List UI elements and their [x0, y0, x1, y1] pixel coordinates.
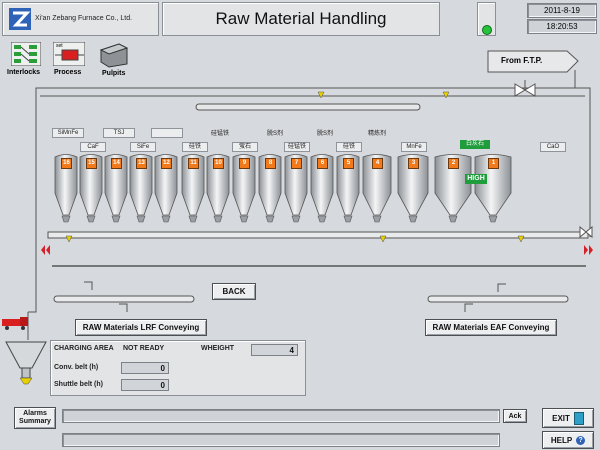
- label-g3: 脱S剂: [316, 131, 333, 137]
- bin-number: 14: [111, 158, 122, 169]
- silo-13[interactable]: 13: [129, 153, 153, 225]
- silo-12[interactable]: 12: [154, 153, 178, 225]
- process-button[interactable]: set Process: [50, 42, 90, 80]
- company-logo-icon: [9, 8, 31, 30]
- silo-1[interactable]: 1: [474, 153, 512, 225]
- door-icon: [573, 411, 584, 425]
- label-simnfe: SiMnFe: [52, 128, 84, 138]
- silo-7[interactable]: 7: [284, 153, 308, 225]
- label-blank: [151, 128, 183, 138]
- help-button[interactable]: HELP ?: [542, 431, 594, 449]
- back-button[interactable]: BACK: [212, 283, 256, 300]
- interlocks-icon: [11, 42, 41, 66]
- silo-2[interactable]: 2: [434, 153, 472, 225]
- charging-hopper-icon: [4, 340, 48, 390]
- label-g2: 脱S剂: [266, 131, 283, 137]
- status-lamp-icon: [482, 25, 492, 35]
- weight-value: 4: [251, 344, 298, 356]
- status-panel: [477, 2, 496, 36]
- interlocks-label: Interlocks: [7, 69, 41, 76]
- bin-number: 7: [291, 158, 302, 169]
- bin-number: 4: [372, 158, 383, 169]
- process-label: Process: [54, 69, 82, 76]
- conv-belt-label: Conv. belt (h): [54, 364, 99, 371]
- silo-10[interactable]: 10: [206, 153, 230, 225]
- label-g7: 硅锰铁: [284, 142, 310, 152]
- interlocks-button[interactable]: Interlocks: [7, 42, 45, 80]
- pulpits-button[interactable]: Pulpits: [96, 42, 134, 80]
- process-set-label: set: [56, 43, 63, 49]
- bin-number: 2: [448, 158, 459, 169]
- logo-panel: Xi'an Zebang Furnace Co., Ltd.: [2, 2, 159, 36]
- company-name: Xi'an Zebang Furnace Co., Ltd.: [35, 15, 133, 22]
- lrf-conveying-button[interactable]: RAW Materials LRF Conveying: [75, 319, 207, 336]
- bin-number: 15: [86, 158, 97, 169]
- charging-area-label: CHARGING AREA: [54, 345, 114, 352]
- bin-number: 10: [213, 158, 224, 169]
- bin-number: 8: [265, 158, 276, 169]
- label-tsj: TSJ: [103, 128, 135, 138]
- bin-number: 9: [239, 158, 250, 169]
- pulpits-icon: [99, 43, 129, 68]
- shuttle-belt-label: Shuttle belt (h): [54, 381, 103, 388]
- silo-8[interactable]: 8: [258, 153, 282, 225]
- date-display: 2011-8-19: [527, 3, 597, 18]
- label-sife: SiFe: [130, 142, 156, 152]
- weight-label: WHEIGHT: [201, 345, 235, 352]
- label-cao: CaO: [540, 142, 566, 152]
- label-caf: CaF: [80, 142, 106, 152]
- charging-area-value: NOT READY: [123, 345, 165, 352]
- title-panel: Raw Material Handling: [162, 2, 440, 36]
- label-g1: 硅锰铁: [210, 131, 229, 137]
- label-g5: 硅铁: [182, 142, 208, 152]
- silo-3[interactable]: 3: [397, 153, 429, 225]
- bin-number: 13: [136, 158, 147, 169]
- page-title: Raw Material Handling: [215, 9, 387, 28]
- label-g4: 精炼剂: [367, 131, 386, 137]
- charging-panel: CHARGING AREA NOT READY WHEIGHT 4 Conv. …: [50, 340, 306, 396]
- label-mnfe: MnFe: [401, 142, 427, 152]
- bin-number: 5: [343, 158, 354, 169]
- conv-belt-value: 0: [121, 362, 169, 374]
- pulpits-label: Pulpits: [102, 70, 126, 77]
- bin-number: 6: [317, 158, 328, 169]
- bin-number: 16: [61, 158, 72, 169]
- truck-icon: [2, 316, 30, 330]
- help-icon: ?: [576, 435, 586, 445]
- status-message-bar: [62, 433, 500, 447]
- alarms-summary-button[interactable]: Alarms Summary: [14, 407, 56, 429]
- label-lime: 白灰石: [460, 140, 490, 149]
- silo-16[interactable]: 16: [54, 153, 78, 225]
- silo-11[interactable]: 11: [181, 153, 205, 225]
- alarm-message-bar: [62, 409, 500, 423]
- bin-number: 1: [488, 158, 499, 169]
- silo-14[interactable]: 14: [104, 153, 128, 225]
- exit-button[interactable]: EXIT: [542, 408, 594, 428]
- silo-4[interactable]: 4: [362, 153, 392, 225]
- exit-label: EXIT: [552, 413, 570, 423]
- time-display: 18:20:53: [527, 19, 597, 34]
- help-label: HELP: [550, 435, 573, 445]
- label-g6: 萤石: [232, 142, 258, 152]
- eaf-conveying-button[interactable]: RAW Materials EAF Conveying: [425, 319, 557, 336]
- silo-15[interactable]: 15: [79, 153, 103, 225]
- silo-9[interactable]: 9: [232, 153, 256, 225]
- from-ftp-button[interactable]: From F.T.P.: [487, 50, 579, 73]
- high-level-indicator: HIGH: [465, 174, 487, 184]
- silo-6[interactable]: 6: [310, 153, 334, 225]
- bin-number: 11: [188, 158, 199, 169]
- bin-number: 12: [161, 158, 172, 169]
- label-g8: 硅铁: [336, 142, 362, 152]
- ack-button[interactable]: Ack: [503, 409, 527, 423]
- from-ftp-label: From F.T.P.: [501, 56, 543, 65]
- shuttle-belt-value: 0: [121, 379, 169, 391]
- silo-5[interactable]: 5: [336, 153, 360, 225]
- bin-number: 3: [408, 158, 419, 169]
